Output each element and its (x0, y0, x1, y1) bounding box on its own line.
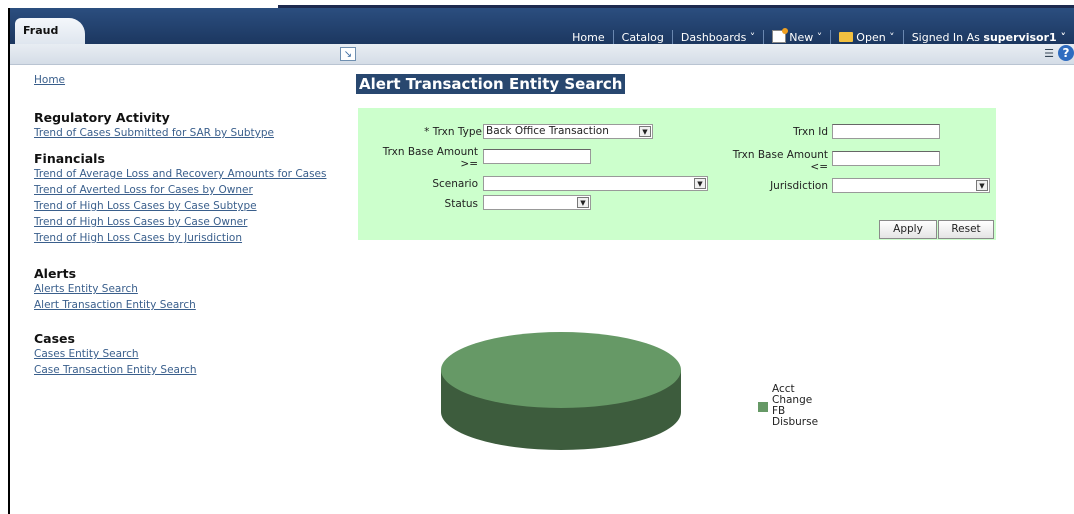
global-header: Home Catalog Dashboards ˅ New ˅ Open ˅ S… (10, 8, 1074, 46)
nav-new-label: New ˅ (789, 31, 823, 44)
legend-text-line: Disburse (772, 416, 819, 428)
base-amount-le-input[interactable] (832, 151, 940, 166)
base-amount-le-label: Trxn Base Amount <= (718, 149, 828, 173)
jurisdiction-select[interactable]: ▼ (832, 178, 990, 193)
base-amount-ge-label-line2: >= (460, 158, 478, 170)
scenario-select[interactable]: ▼ (483, 176, 708, 191)
chart-legend: Acct Change FB Disburse (758, 384, 818, 428)
sidebar-home-link[interactable]: Home (34, 72, 334, 88)
sidebar-link-alert-trxn-search[interactable]: Alert Transaction Entity Search (34, 297, 334, 313)
status-label: Status (444, 198, 478, 210)
sidebar-link-high-loss-jurisdiction[interactable]: Trend of High Loss Cases by Jurisdiction (34, 230, 334, 246)
reset-button[interactable]: Reset (938, 220, 994, 239)
help-icon[interactable]: ? (1058, 45, 1074, 61)
trxn-id-label: Trxn Id (793, 126, 828, 138)
dropdown-arrow-icon: ▼ (639, 126, 651, 137)
sidebar-link-sar-subtype[interactable]: Trend of Cases Submitted for SAR by Subt… (34, 125, 334, 141)
pie-slice[interactable] (441, 332, 681, 408)
sidebar-link-high-loss-owner[interactable]: Trend of High Loss Cases by Case Owner (34, 214, 334, 230)
folder-icon (839, 32, 854, 42)
signed-in-label: Signed In As (911, 31, 980, 44)
sidebar-link-alerts-entity-search[interactable]: Alerts Entity Search (34, 281, 334, 297)
dropdown-arrow-icon: ▼ (694, 178, 706, 189)
page-options-icon[interactable]: ☰ (1044, 47, 1054, 60)
apply-button[interactable]: Apply (879, 220, 937, 239)
page-title: Alert Transaction Entity Search (356, 74, 626, 94)
window-frame-left (8, 8, 10, 514)
trxn-id-input[interactable] (832, 124, 940, 139)
status-select[interactable]: ▼ (483, 195, 591, 210)
legend-label: Acct Change FB Disburse (772, 384, 818, 428)
window-frame-top (0, 0, 1074, 8)
base-amount-le-label-line2: <= (810, 161, 828, 173)
sidebar-link-averted-loss[interactable]: Trend of Averted Loss for Cases by Owner (34, 182, 334, 198)
section-title-alerts: Alerts (34, 266, 77, 281)
sidebar-link-case-trxn-search[interactable]: Case Transaction Entity Search (34, 362, 334, 378)
sidebar-link-avg-loss[interactable]: Trend of Average Loss and Recovery Amoun… (34, 166, 334, 182)
trxn-type-select[interactable]: Back Office Transaction ▼ (483, 124, 653, 139)
username: supervisor1 ˅ (983, 31, 1066, 44)
dropdown-arrow-icon: ▼ (577, 197, 589, 208)
sidebar: Home Regulatory Activity Trend of Cases … (34, 72, 334, 378)
section-title-regulatory: Regulatory Activity (34, 110, 170, 125)
sidebar-link-cases-entity-search[interactable]: Cases Entity Search (34, 346, 334, 362)
filter-panel: * Trxn Type Back Office Transaction ▼ Trx… (358, 108, 996, 240)
new-document-icon (772, 28, 789, 43)
section-title-financials: Financials (34, 151, 105, 166)
scenario-label: Scenario (432, 178, 478, 190)
sidebar-link-high-loss-subtype[interactable]: Trend of High Loss Cases by Case Subtype (34, 198, 334, 214)
jurisdiction-label: Jurisdiction (770, 180, 828, 192)
pie-chart (441, 332, 681, 450)
dropdown-arrow-icon: ▼ (976, 180, 988, 191)
base-amount-ge-input[interactable] (483, 149, 591, 164)
base-amount-ge-label-line1: Trxn Base Amount (382, 146, 478, 158)
dashboard-tab-fraud[interactable]: Fraud (15, 18, 85, 44)
base-amount-le-label-line1: Trxn Base Amount (732, 149, 828, 161)
nav-open-label: Open ˅ (856, 31, 895, 44)
trxn-type-label: * Trxn Type (424, 126, 482, 138)
trxn-type-value: Back Office Transaction (486, 125, 609, 137)
legend-swatch (758, 402, 768, 412)
base-amount-ge-label: Trxn Base Amount >= (358, 146, 478, 170)
expand-collapse-icon[interactable]: ↘ (340, 47, 356, 61)
section-title-cases: Cases (34, 331, 75, 346)
dashboard-toolbar: ↘ ☰ ? (10, 44, 1074, 65)
pie-group (441, 332, 681, 450)
